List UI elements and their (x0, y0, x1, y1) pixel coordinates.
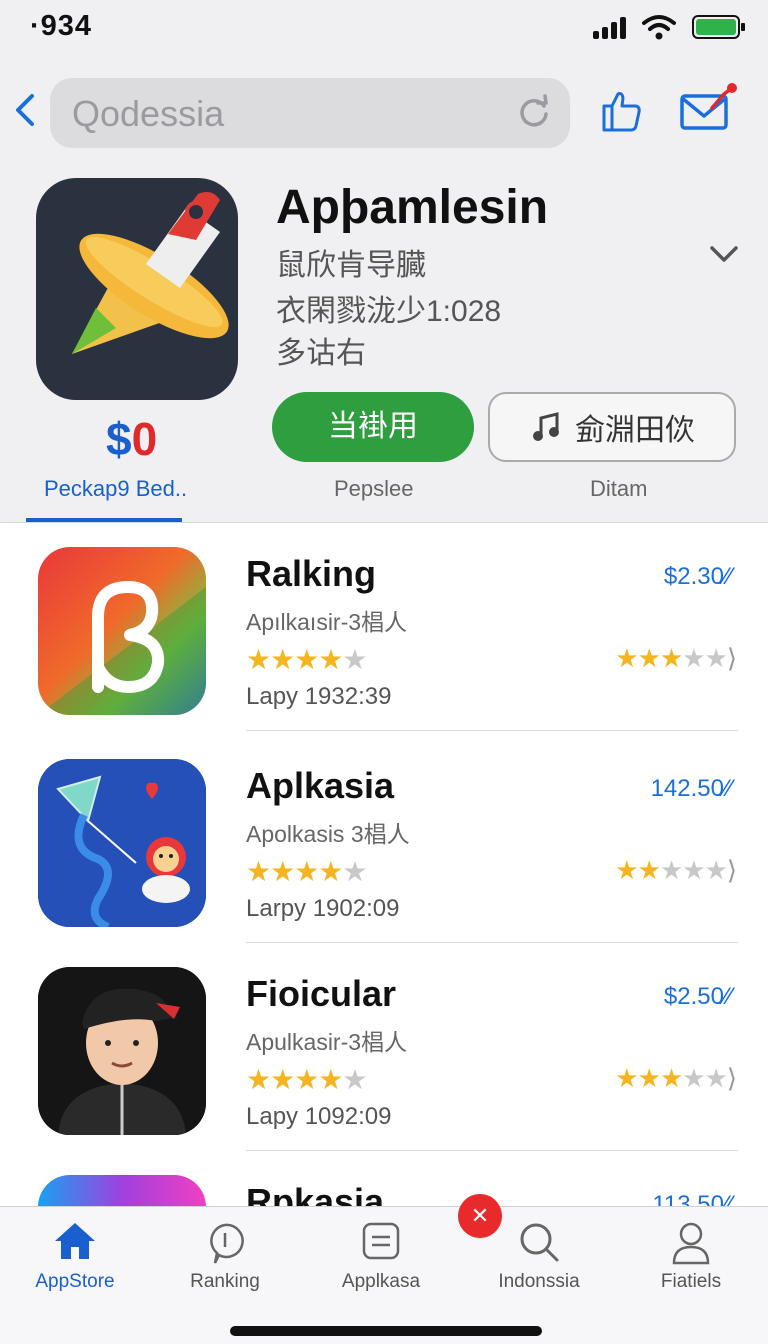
list-item[interactable]: Aplkasia Apolkasis 3椙人 ★★★★★ Larpy 1902:… (0, 735, 768, 943)
hero-title: Apþamlesin (276, 181, 549, 234)
music-note-icon (533, 412, 559, 441)
tab-bar: Peckap9 Bed.. Pepslee Ditam (0, 470, 768, 522)
app-price[interactable]: $2.30∕∕ (664, 563, 732, 591)
status-time: ·934 (30, 10, 93, 42)
close-badge[interactable]: ✕ (458, 1194, 502, 1238)
refresh-icon[interactable] (516, 94, 552, 130)
app-name: Aplkasia (246, 765, 395, 806)
signal-icon (593, 15, 626, 39)
nav-appstore[interactable]: AppStore (0, 1207, 150, 1307)
nav-label: Indonssia (498, 1271, 580, 1292)
rating-stars: ★★★★★ (246, 1064, 368, 1095)
bottom-nav: AppStore Ranking Applkasa Indonssia Fiat… (0, 1206, 768, 1344)
tab-packages[interactable]: Peckap9 Bed.. (44, 476, 187, 502)
list-icon (362, 1222, 400, 1260)
tab-pepslee[interactable]: Pepslee (334, 476, 414, 502)
nav-applkasa[interactable]: Applkasa (306, 1207, 456, 1307)
hero-category: 多诂右 (276, 337, 366, 370)
hero-price: $0 (106, 412, 157, 466)
price-value: 0 (131, 413, 158, 465)
app-subtitle: Apulkasir-3椙人 (246, 1029, 408, 1055)
hero-meta: 衣閑戮泷少1:028 (276, 295, 502, 328)
thumbs-up-icon[interactable] (596, 86, 646, 136)
rating-stars-right: ★★★★★⟩ (615, 643, 737, 673)
app-price[interactable]: 142.50∕∕ (651, 775, 732, 803)
list-item[interactable]: Rpkasia 113.50∕∕ (0, 1151, 768, 1212)
person-icon (672, 1222, 710, 1265)
nav-fiatiels[interactable]: Fiatiels (616, 1207, 766, 1307)
nav-ranking[interactable]: Ranking (150, 1207, 300, 1307)
battery-icon (692, 15, 745, 39)
mail-notification-icon[interactable] (676, 78, 740, 142)
rating-stars: ★★★★★ (246, 856, 368, 887)
home-indicator (230, 1326, 542, 1336)
hero-app-icon[interactable] (36, 178, 238, 400)
beta-logo-icon (38, 547, 206, 715)
search-field[interactable]: Qodessia (50, 78, 570, 148)
app-subtitle: Apolkasis 3椙人 (246, 821, 410, 847)
app-date: Lapy 1092:09 (246, 1103, 392, 1130)
nav-label: Applkasa (341, 1271, 421, 1292)
app-date: Larpy 1902:09 (246, 895, 400, 922)
list-item[interactable]: Ralking Apılkaısir-3椙人 ★★★★★ Lapy 1932:3… (0, 523, 768, 731)
chevron-left-icon (16, 94, 34, 126)
search-icon (520, 1223, 559, 1262)
app-icon[interactable] (38, 547, 206, 715)
ranking-icon (210, 1223, 244, 1264)
app-date: Lapy 1932:39 (246, 683, 392, 710)
status-bar: ·934 (0, 0, 768, 58)
kite-icon (38, 759, 206, 927)
search-input[interactable]: Qodessia (72, 93, 224, 135)
app-name: Ralking (246, 553, 377, 594)
secondary-button[interactable]: 侴淵田佽 (488, 392, 736, 462)
nav-label: AppStore (35, 1271, 115, 1292)
pencil-icon (72, 192, 229, 354)
wifi-icon (642, 15, 676, 40)
nav-label: Ranking (190, 1271, 260, 1292)
list-item[interactable]: Fioicular Apulkasir-3椙人 ★★★★★ Lapy 1092:… (0, 943, 768, 1151)
rating-stars: ★★★★★ (246, 644, 368, 675)
app-price[interactable]: $2.50∕∕ (664, 983, 732, 1011)
app-subtitle: Apılkaısir-3椙人 (246, 609, 408, 635)
chevron-down-icon[interactable] (706, 236, 742, 272)
status-icons (593, 14, 745, 40)
divider (246, 730, 738, 731)
back-button[interactable] (12, 92, 42, 132)
hero-subtitle: 鼠欣肯导臓 (276, 249, 426, 282)
secondary-button-label: 侴淵田佽 (575, 414, 695, 447)
nav-label: Fiatiels (660, 1271, 722, 1292)
rating-stars-right: ★★★★★⟩ (615, 1063, 737, 1093)
app-icon[interactable] (38, 759, 206, 927)
app-list: Ralking Apılkaısir-3椙人 ★★★★★ Lapy 1932:3… (0, 522, 768, 1212)
rating-stars-right: ★★★★★⟩ (615, 855, 737, 885)
app-name: Fioicular (246, 973, 397, 1014)
tab-ditam[interactable]: Ditam (590, 476, 647, 502)
avatar-icon (38, 967, 206, 1135)
app-icon[interactable] (38, 967, 206, 1135)
price-dollar: $ (106, 413, 132, 465)
home-icon (55, 1223, 95, 1259)
get-button[interactable]: 当褂用 (272, 392, 474, 462)
